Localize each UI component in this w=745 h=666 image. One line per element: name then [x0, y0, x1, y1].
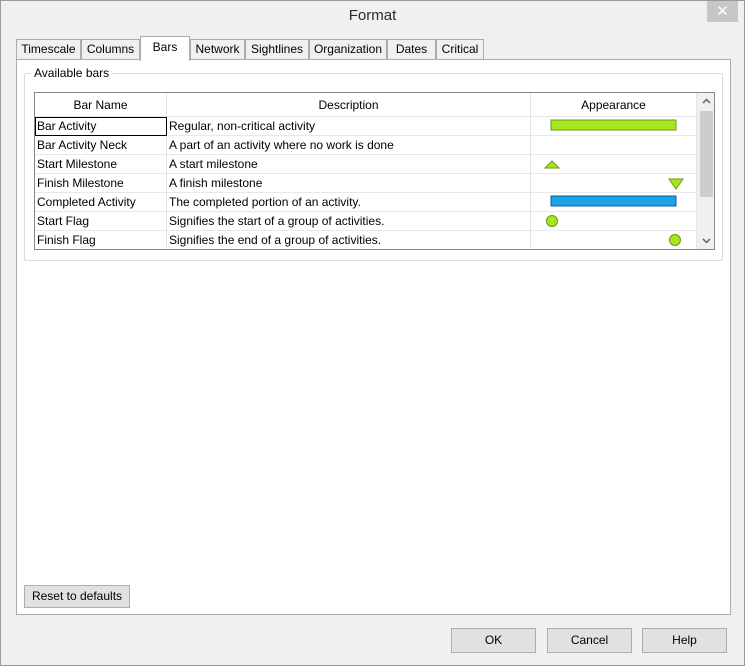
- bars-tab-panel: Available bars Bar Name Description Appe…: [16, 59, 731, 615]
- column-header-appearance[interactable]: Appearance: [531, 93, 697, 117]
- vertical-scrollbar[interactable]: [697, 93, 714, 249]
- bar-name-cell[interactable]: Finish Flag: [35, 231, 167, 249]
- start-flag-icon: [546, 215, 558, 227]
- ok-button[interactable]: OK: [451, 628, 536, 653]
- blue-bar-icon: [550, 195, 677, 207]
- tab-dates[interactable]: Dates: [387, 39, 436, 60]
- tab-organization[interactable]: Organization: [309, 39, 387, 60]
- close-icon: ✕: [716, 3, 729, 20]
- description-cell[interactable]: Signifies the end of a group of activiti…: [167, 231, 531, 249]
- finish-milestone-icon: [668, 178, 684, 190]
- table-row[interactable]: Bar Activity Regular, non-critical activ…: [35, 117, 697, 136]
- description-cell[interactable]: Signifies the start of a group of activi…: [167, 212, 531, 231]
- scroll-thumb[interactable]: [700, 111, 713, 197]
- reset-to-defaults-button[interactable]: Reset to defaults: [24, 585, 130, 608]
- bars-grid: Bar Name Description Appearance Bar Acti…: [34, 92, 715, 250]
- appearance-cell[interactable]: [531, 212, 697, 231]
- title-bar: Format ✕: [1, 1, 744, 32]
- tab-bars[interactable]: Bars: [140, 36, 190, 61]
- close-button[interactable]: ✕: [707, 1, 738, 22]
- appearance-cell[interactable]: [531, 136, 697, 155]
- description-cell[interactable]: A start milestone: [167, 155, 531, 174]
- bar-name-cell[interactable]: Bar Activity Neck: [35, 136, 167, 155]
- description-cell[interactable]: A finish milestone: [167, 174, 531, 193]
- green-bar-icon: [550, 119, 677, 131]
- table-row[interactable]: Finish Milestone A finish milestone: [35, 174, 697, 193]
- column-header-bar-name[interactable]: Bar Name: [35, 93, 167, 117]
- scroll-up-icon[interactable]: [698, 93, 714, 110]
- bar-name-cell[interactable]: Finish Milestone: [35, 174, 167, 193]
- table-row[interactable]: Finish Flag Signifies the end of a group…: [35, 231, 697, 249]
- help-button[interactable]: Help: [642, 628, 727, 653]
- format-dialog: Format ✕ Timescale Columns Bars Network …: [0, 0, 745, 666]
- description-cell[interactable]: The completed portion of an activity.: [167, 193, 531, 212]
- available-bars-group: Available bars Bar Name Description Appe…: [24, 66, 723, 261]
- bar-name-cell[interactable]: Completed Activity: [35, 193, 167, 212]
- dialog-title: Format: [348, 7, 397, 24]
- appearance-cell[interactable]: [531, 117, 697, 136]
- grid-header: Bar Name Description Appearance: [35, 93, 697, 117]
- table-row[interactable]: Bar Activity Neck A part of an activity …: [35, 136, 697, 155]
- appearance-cell[interactable]: [531, 231, 697, 249]
- bar-name-cell[interactable]: Bar Activity: [35, 117, 167, 136]
- tab-critical[interactable]: Critical: [436, 39, 484, 60]
- appearance-cell[interactable]: [531, 193, 697, 212]
- table-row[interactable]: Start Milestone A start milestone: [35, 155, 697, 174]
- tab-strip: Timescale Columns Bars Network Sightline…: [16, 36, 716, 61]
- appearance-cell[interactable]: [531, 155, 697, 174]
- tab-sightlines[interactable]: Sightlines: [245, 39, 309, 60]
- table-row[interactable]: Start Flag Signifies the start of a grou…: [35, 212, 697, 231]
- cancel-button[interactable]: Cancel: [547, 628, 632, 653]
- tab-columns[interactable]: Columns: [81, 39, 140, 60]
- bar-name-cell[interactable]: Start Milestone: [35, 155, 167, 174]
- column-header-description[interactable]: Description: [167, 93, 531, 117]
- bar-name-cell[interactable]: Start Flag: [35, 212, 167, 231]
- scroll-down-icon[interactable]: [698, 232, 714, 249]
- description-cell[interactable]: A part of an activity where no work is d…: [167, 136, 531, 155]
- tab-network[interactable]: Network: [190, 39, 245, 60]
- start-milestone-icon: [543, 160, 561, 169]
- table-row[interactable]: Completed Activity The completed portion…: [35, 193, 697, 212]
- available-bars-label: Available bars: [31, 66, 113, 80]
- appearance-cell[interactable]: [531, 174, 697, 193]
- finish-flag-icon: [669, 234, 681, 246]
- tab-timescale[interactable]: Timescale: [16, 39, 81, 60]
- description-cell[interactable]: Regular, non-critical activity: [167, 117, 531, 136]
